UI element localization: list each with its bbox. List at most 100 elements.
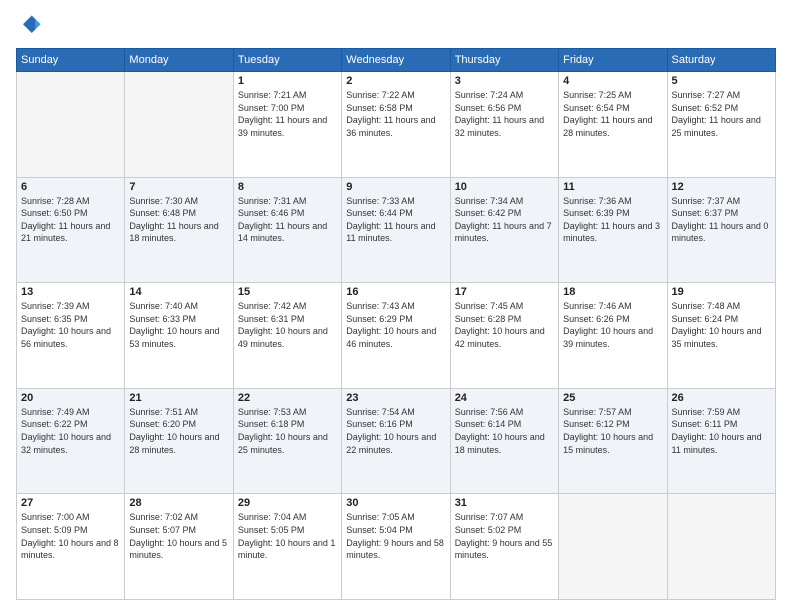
day-info: Sunrise: 7:59 AMSunset: 6:11 PMDaylight:… <box>672 406 771 456</box>
calendar-week-row: 20Sunrise: 7:49 AMSunset: 6:22 PMDayligh… <box>17 388 776 494</box>
day-info: Sunrise: 7:54 AMSunset: 6:16 PMDaylight:… <box>346 406 445 456</box>
sunset-text: Sunset: 7:00 PM <box>238 102 337 115</box>
day-number: 11 <box>563 181 662 193</box>
sunset-text: Sunset: 5:07 PM <box>129 524 228 537</box>
calendar-header-saturday: Saturday <box>667 49 775 72</box>
day-info: Sunrise: 7:04 AMSunset: 5:05 PMDaylight:… <box>238 511 337 561</box>
day-info: Sunrise: 7:46 AMSunset: 6:26 PMDaylight:… <box>563 300 662 350</box>
calendar-cell: 8Sunrise: 7:31 AMSunset: 6:46 PMDaylight… <box>233 177 341 283</box>
calendar-header-friday: Friday <box>559 49 667 72</box>
day-number: 6 <box>21 181 120 193</box>
page: SundayMondayTuesdayWednesdayThursdayFrid… <box>0 0 792 612</box>
day-number: 12 <box>672 181 771 193</box>
day-info: Sunrise: 7:36 AMSunset: 6:39 PMDaylight:… <box>563 195 662 245</box>
sunrise-text: Sunrise: 7:39 AM <box>21 300 120 313</box>
sunset-text: Sunset: 6:48 PM <box>129 207 228 220</box>
sunrise-text: Sunrise: 7:54 AM <box>346 406 445 419</box>
sunrise-text: Sunrise: 7:57 AM <box>563 406 662 419</box>
daylight-text: Daylight: 10 hours and 39 minutes. <box>563 325 662 350</box>
calendar-cell: 1Sunrise: 7:21 AMSunset: 7:00 PMDaylight… <box>233 72 341 178</box>
calendar-cell: 6Sunrise: 7:28 AMSunset: 6:50 PMDaylight… <box>17 177 125 283</box>
sunset-text: Sunset: 6:44 PM <box>346 207 445 220</box>
day-info: Sunrise: 7:34 AMSunset: 6:42 PMDaylight:… <box>455 195 554 245</box>
daylight-text: Daylight: 10 hours and 1 minute. <box>238 537 337 562</box>
sunrise-text: Sunrise: 7:22 AM <box>346 89 445 102</box>
sunset-text: Sunset: 6:58 PM <box>346 102 445 115</box>
day-number: 24 <box>455 392 554 404</box>
day-info: Sunrise: 7:05 AMSunset: 5:04 PMDaylight:… <box>346 511 445 561</box>
calendar-table: SundayMondayTuesdayWednesdayThursdayFrid… <box>16 48 776 600</box>
calendar-cell: 7 Sunrise: 7:30 AMSunset: 6:48 PMDaylight… <box>125 177 233 283</box>
day-number: 4 <box>563 75 662 87</box>
daylight-text: Daylight: 11 hours and 25 minutes. <box>672 114 771 139</box>
daylight-text: Daylight: 11 hours and 39 minutes. <box>238 114 337 139</box>
calendar-cell: 3Sunrise: 7:24 AMSunset: 6:56 PMDaylight… <box>450 72 558 178</box>
calendar-cell: 2Sunrise: 7:22 AMSunset: 6:58 PMDaylight… <box>342 72 450 178</box>
calendar-cell: 12Sunrise: 7:37 AMSunset: 6:37 PMDayligh… <box>667 177 775 283</box>
daylight-text: Daylight: 10 hours and 46 minutes. <box>346 325 445 350</box>
calendar-cell <box>125 72 233 178</box>
calendar-cell: 25Sunrise: 7:57 AMSunset: 6:12 PMDayligh… <box>559 388 667 494</box>
day-info: Sunrise: 7:27 AMSunset: 6:52 PMDaylight:… <box>672 89 771 139</box>
calendar-cell: 26Sunrise: 7:59 AMSunset: 6:11 PMDayligh… <box>667 388 775 494</box>
day-number: 5 <box>672 75 771 87</box>
daylight-text: Daylight: 10 hours and 42 minutes. <box>455 325 554 350</box>
daylight-text: Daylight: 10 hours and 49 minutes. <box>238 325 337 350</box>
sunset-text: Sunset: 6:11 PM <box>672 418 771 431</box>
calendar-header-monday: Monday <box>125 49 233 72</box>
sunrise-text: Sunrise: 7:04 AM <box>238 511 337 524</box>
day-info: Sunrise: 7:22 AMSunset: 6:58 PMDaylight:… <box>346 89 445 139</box>
daylight-text: Daylight: 10 hours and 35 minutes. <box>672 325 771 350</box>
calendar-week-row: 13Sunrise: 7:39 AMSunset: 6:35 PMDayligh… <box>17 283 776 389</box>
sunset-text: Sunset: 6:33 PM <box>129 313 228 326</box>
calendar-cell: 18Sunrise: 7:46 AMSunset: 6:26 PMDayligh… <box>559 283 667 389</box>
daylight-text: Daylight: 11 hours and 3 minutes. <box>563 220 662 245</box>
day-number: 7 <box>129 181 228 193</box>
sunset-text: Sunset: 6:46 PM <box>238 207 337 220</box>
calendar-cell <box>667 494 775 600</box>
day-info: Sunrise: 7:25 AMSunset: 6:54 PMDaylight:… <box>563 89 662 139</box>
calendar-cell: 22Sunrise: 7:53 AMSunset: 6:18 PMDayligh… <box>233 388 341 494</box>
daylight-text: Daylight: 10 hours and 15 minutes. <box>563 431 662 456</box>
header <box>16 12 776 40</box>
daylight-text: Daylight: 11 hours and 18 minutes. <box>129 220 228 245</box>
calendar-cell: 19 Sunrise: 7:48 AMSunset: 6:24 PMDayligh… <box>667 283 775 389</box>
sunrise-text: Sunrise: 7:48 AM <box>672 300 771 313</box>
sunrise-text: Sunrise: 7:56 AM <box>455 406 554 419</box>
sunrise-text: Sunrise: 7:31 AM <box>238 195 337 208</box>
sunset-text: Sunset: 6:52 PM <box>672 102 771 115</box>
sunrise-text: Sunrise: 7:59 AM <box>672 406 771 419</box>
sunrise-text: Sunrise: 7:42 AM <box>238 300 337 313</box>
logo-icon <box>16 12 44 40</box>
sunset-text: Sunset: 6:39 PM <box>563 207 662 220</box>
sunset-text: Sunset: 6:28 PM <box>455 313 554 326</box>
daylight-text: Daylight: 10 hours and 28 minutes. <box>129 431 228 456</box>
calendar-cell: 31Sunrise: 7:07 AMSunset: 5:02 PMDayligh… <box>450 494 558 600</box>
calendar-cell: 29 Sunrise: 7:04 AMSunset: 5:05 PMDayligh… <box>233 494 341 600</box>
day-number: 30 <box>346 497 445 509</box>
sunrise-text: Sunrise: 7:30 AM <box>129 195 228 208</box>
day-number: 29 <box>238 497 337 509</box>
day-number: 16 <box>346 286 445 298</box>
sunrise-text: Sunrise: 7:02 AM <box>129 511 228 524</box>
day-number: 19 <box>672 286 771 298</box>
daylight-text: Daylight: 11 hours and 0 minutes. <box>672 220 771 245</box>
sunrise-text: Sunrise: 7:36 AM <box>563 195 662 208</box>
calendar-cell: 10Sunrise: 7:34 AMSunset: 6:42 PMDayligh… <box>450 177 558 283</box>
day-number: 25 <box>563 392 662 404</box>
day-number: 14 <box>129 286 228 298</box>
calendar-week-row: 6Sunrise: 7:28 AMSunset: 6:50 PMDaylight… <box>17 177 776 283</box>
day-info: Sunrise: 7:33 AMSunset: 6:44 PMDaylight:… <box>346 195 445 245</box>
calendar-cell: 16Sunrise: 7:43 AMSunset: 6:29 PMDayligh… <box>342 283 450 389</box>
day-info: Sunrise: 7:48 AMSunset: 6:24 PMDaylight:… <box>672 300 771 350</box>
daylight-text: Daylight: 11 hours and 14 minutes. <box>238 220 337 245</box>
day-number: 21 <box>129 392 228 404</box>
day-number: 27 <box>21 497 120 509</box>
sunrise-text: Sunrise: 7:43 AM <box>346 300 445 313</box>
daylight-text: Daylight: 11 hours and 21 minutes. <box>21 220 120 245</box>
daylight-text: Daylight: 9 hours and 55 minutes. <box>455 537 554 562</box>
calendar-cell: 23Sunrise: 7:54 AMSunset: 6:16 PMDayligh… <box>342 388 450 494</box>
calendar-cell: 28Sunrise: 7:02 AMSunset: 5:07 PMDayligh… <box>125 494 233 600</box>
calendar-cell: 30 Sunrise: 7:05 AMSunset: 5:04 PMDayligh… <box>342 494 450 600</box>
calendar-week-row: 27Sunrise: 7:00 AMSunset: 5:09 PMDayligh… <box>17 494 776 600</box>
